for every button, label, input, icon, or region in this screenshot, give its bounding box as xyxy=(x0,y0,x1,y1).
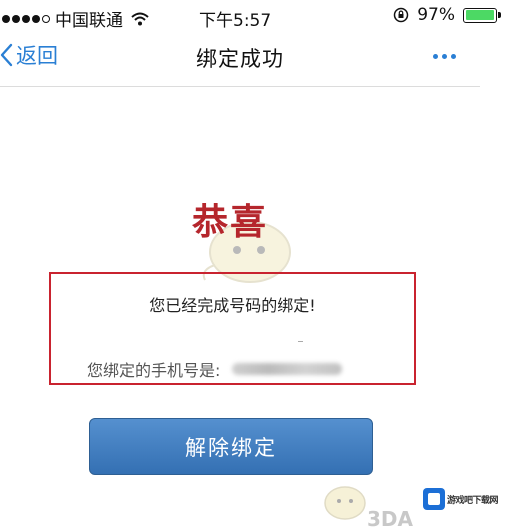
status-left: 中国联通 xyxy=(2,6,149,31)
congrats-heading: 恭喜 xyxy=(191,201,268,243)
watermark-text: 3DA xyxy=(367,507,413,531)
faint-mark xyxy=(298,341,303,342)
binding-info-box: 您已经完成号码的绑定! 您绑定的手机号是: xyxy=(49,272,416,385)
success-message: 您已经完成号码的绑定! xyxy=(149,296,316,315)
unbind-button[interactable]: 解除绑定 xyxy=(89,418,373,475)
phone-label: 您绑定的手机号是: xyxy=(87,361,221,380)
site-logo-text: 游戏吧下载网 xyxy=(447,495,499,506)
status-bar: 中国联通 下午5:57 97% xyxy=(0,0,511,31)
page-title: 绑定成功 xyxy=(196,47,284,71)
site-logo-icon xyxy=(423,488,445,510)
battery-icon xyxy=(463,7,501,23)
status-time: 下午5:57 xyxy=(199,11,272,31)
wifi-icon xyxy=(131,12,149,25)
more-dots-icon[interactable] xyxy=(433,54,456,59)
status-right: 97% xyxy=(393,5,501,25)
mascot-small-icon xyxy=(324,486,366,520)
signal-dots-icon xyxy=(2,14,50,23)
battery-fill xyxy=(465,10,494,20)
blurred-phone-number xyxy=(232,363,343,375)
phone-row: 您绑定的手机号是: xyxy=(87,357,343,381)
site-logo: 游戏吧下载网 xyxy=(423,488,499,510)
corner-watermark: 3DA 游戏吧下载网 xyxy=(312,475,511,532)
carrier-name: 中国联通 xyxy=(55,11,123,31)
nav-bar: 返回 绑定成功 xyxy=(0,30,480,87)
battery-percent: 97% xyxy=(417,5,455,25)
orientation-lock-icon xyxy=(393,7,409,23)
